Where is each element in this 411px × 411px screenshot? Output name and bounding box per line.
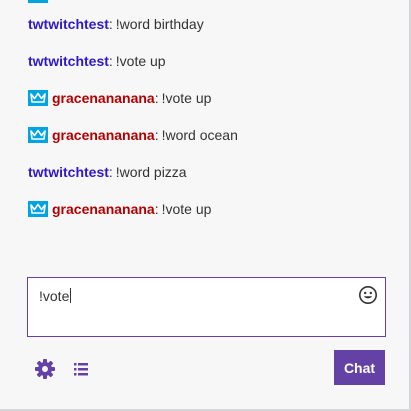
chat-message: twtwitchtest: !word pizza — [28, 161, 187, 183]
chat-message-text: !vote up — [161, 201, 212, 217]
chat-separator: : — [154, 90, 159, 106]
chat-message: gracenananana: !vote up — [28, 198, 211, 220]
crown-icon[interactable] — [28, 127, 48, 143]
chat-message-text: !word birthday — [115, 16, 204, 32]
chat-input-value-wrap[interactable]: !vote — [39, 288, 72, 304]
gear-icon[interactable] — [34, 358, 56, 380]
chat-username[interactable]: gracenananana — [52, 201, 155, 217]
chat-input[interactable]: !vote — [27, 277, 386, 337]
chat-username[interactable]: twtwitchtest — [28, 16, 109, 32]
chat-message-text: !word pizza — [115, 164, 187, 180]
chat-message: twtwitchtest: !word birthday — [28, 13, 204, 35]
chat-message: twtwitchtest: !vote up — [28, 50, 166, 72]
crown-icon[interactable] — [28, 90, 48, 106]
text-caret — [70, 288, 72, 303]
chat-separator: : — [108, 164, 113, 180]
chat-username[interactable]: twtwitchtest — [28, 164, 109, 180]
chat-input-value[interactable]: !vote — [39, 288, 69, 304]
chat-message: gracenananana: !vote up — [28, 87, 211, 109]
chat-separator: : — [154, 127, 159, 143]
chat-send-button[interactable]: Chat — [334, 350, 385, 385]
chat-username[interactable]: twtwitchtest — [28, 53, 109, 69]
chat-username[interactable]: gracenananana — [52, 90, 155, 106]
crown-badge-partial — [28, 0, 48, 3]
crown-icon[interactable] — [28, 201, 48, 217]
chat-separator: : — [154, 201, 159, 217]
chat-message-text: !vote up — [161, 90, 212, 106]
chat-username[interactable]: gracenananana — [52, 127, 155, 143]
chat-message: gracenananana: !word ocean — [28, 124, 238, 146]
chat-message-text: !word ocean — [161, 127, 238, 143]
chat-separator: : — [108, 53, 113, 69]
smiley-icon[interactable] — [358, 285, 378, 305]
chat-panel: twtwitchtest: !word birthday twtwitchtest… — [0, 0, 411, 411]
list-icon[interactable] — [72, 360, 90, 378]
chat-message-text: !vote up — [115, 53, 166, 69]
chat-separator: : — [108, 16, 113, 32]
